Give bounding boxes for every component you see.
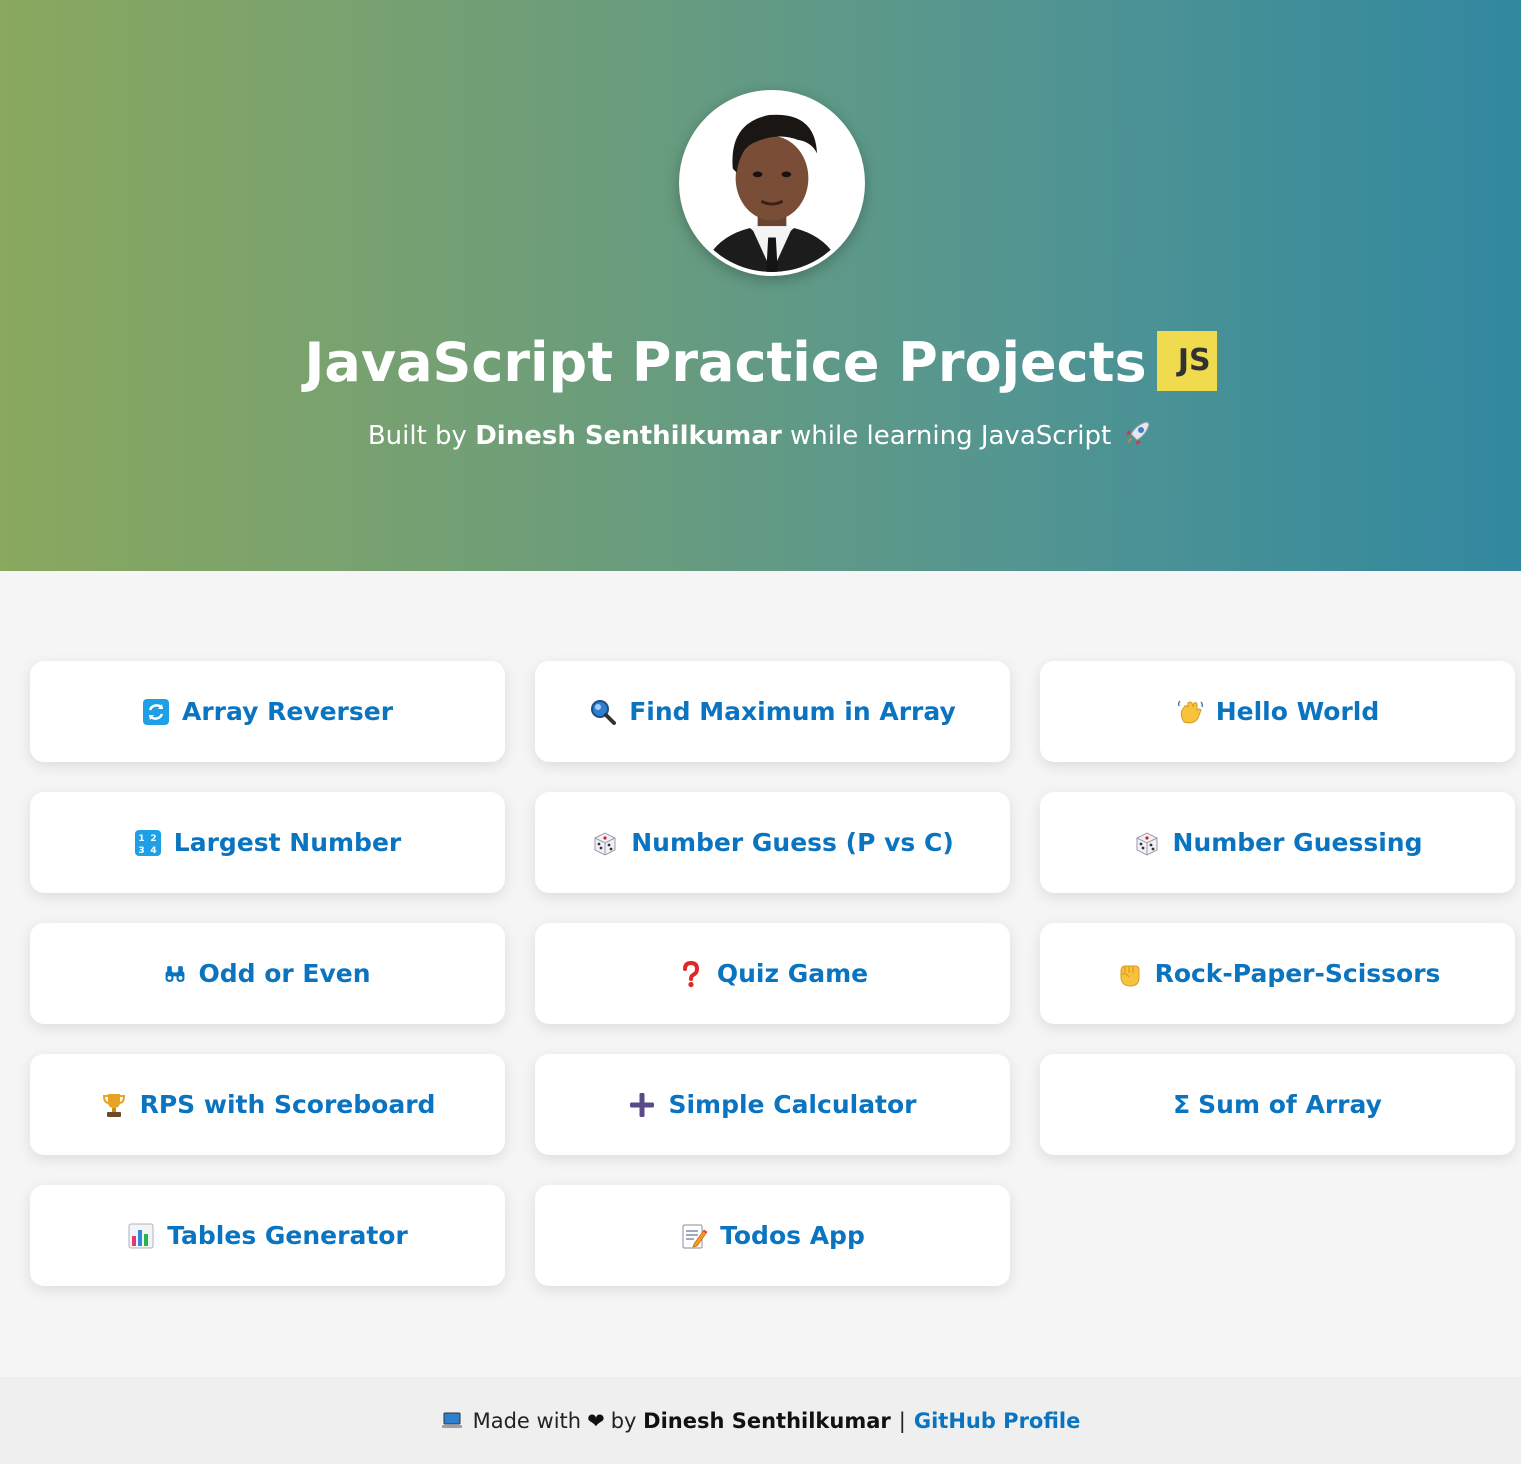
avatar (679, 90, 865, 276)
subtitle-prefix: Built by (367, 421, 467, 451)
project-card-number-guessing[interactable]: Number Guessing (1040, 792, 1515, 893)
project-label: Quiz Game (716, 959, 869, 988)
page-subtitle: Built by Dinesh Senthilkumar while learn… (0, 418, 1521, 454)
dice-icon (1133, 829, 1161, 857)
page-title: JavaScript Practice Projects JS (0, 328, 1521, 398)
plus-icon (628, 1091, 656, 1119)
question-mark-icon (677, 960, 705, 988)
project-label: Odd or Even (198, 959, 371, 988)
subtitle-suffix: while learning JavaScript (790, 421, 1112, 451)
project-label: Number Guessing (1172, 828, 1423, 857)
bar-chart-icon (127, 1222, 155, 1250)
project-card-number-guess-pvc[interactable]: Number Guess (P vs C) (535, 792, 1010, 893)
trophy-icon (100, 1091, 128, 1119)
projects-grid: Array Reverser Find Maximum in Array Hel… (30, 661, 1515, 1286)
project-card-hello-world[interactable]: Hello World (1040, 661, 1515, 762)
laptop-icon (441, 1410, 463, 1432)
project-card-todos-app[interactable]: Todos App (535, 1185, 1010, 1286)
project-card-simple-calculator[interactable]: Simple Calculator (535, 1054, 1010, 1155)
footer-made-with: Made with (472, 1408, 582, 1433)
numbers-1234-icon: 1234 (134, 829, 162, 857)
raised-fist-icon (1115, 960, 1143, 988)
github-profile-link[interactable]: GitHub Profile (914, 1409, 1081, 1433)
project-label: Array Reverser (181, 697, 394, 726)
project-label: Number Guess (P vs C) (631, 828, 954, 857)
project-card-odd-or-even[interactable]: Odd or Even (30, 923, 505, 1024)
footer-by: by (610, 1408, 637, 1433)
project-label: Hello World (1215, 697, 1380, 726)
heart-icon: ❤ (587, 1408, 605, 1433)
project-label: RPS with Scoreboard (139, 1090, 436, 1119)
project-label: Find Maximum in Array (629, 697, 956, 726)
project-card-find-maximum[interactable]: Find Maximum in Array (535, 661, 1010, 762)
footer-author: Dinesh Senthilkumar (643, 1408, 891, 1433)
rocket-icon (1121, 418, 1153, 450)
svg-text:1: 1 (138, 834, 144, 844)
page-title-text: JavaScript Practice Projects (304, 331, 1147, 394)
project-label: Tables Generator (167, 1221, 408, 1250)
waving-hand-icon (1176, 698, 1204, 726)
footer: Made with ❤ by Dinesh Senthilkumar | Git… (0, 1377, 1521, 1464)
project-label: Simple Calculator (668, 1090, 917, 1119)
repeat-arrows-icon (142, 698, 170, 726)
project-card-rps-scoreboard[interactable]: RPS with Scoreboard (30, 1054, 505, 1155)
project-card-rock-paper-scissors[interactable]: Rock-Paper-Scissors (1040, 923, 1515, 1024)
profile-photo (683, 94, 861, 272)
project-card-largest-number[interactable]: 1234 Largest Number (30, 792, 505, 893)
hero-banner: JavaScript Practice Projects JS Built by … (0, 0, 1521, 571)
subtitle-author: Dinesh Senthilkumar (475, 421, 782, 451)
project-card-sum-of-array[interactable]: Σ Sum of Array (1040, 1054, 1515, 1155)
dice-icon (591, 829, 619, 857)
svg-text:2: 2 (150, 834, 156, 844)
project-card-array-reverser[interactable]: Array Reverser (30, 661, 505, 762)
js-logo: JS (1156, 331, 1217, 392)
binoculars-icon (164, 960, 186, 988)
footer-separator: | (898, 1408, 906, 1433)
magnifier-icon (589, 698, 617, 726)
svg-text:3: 3 (138, 846, 144, 856)
project-label: Largest Number (173, 828, 402, 857)
memo-icon (680, 1222, 708, 1250)
project-card-quiz-game[interactable]: Quiz Game (535, 923, 1010, 1024)
project-card-tables-generator[interactable]: Tables Generator (30, 1185, 505, 1286)
project-label: Sum of Array (1198, 1090, 1382, 1119)
project-label: Rock-Paper-Scissors (1154, 959, 1441, 988)
project-label: Todos App (720, 1221, 865, 1250)
sigma-symbol: Σ (1173, 1090, 1191, 1119)
svg-text:4: 4 (150, 846, 156, 856)
